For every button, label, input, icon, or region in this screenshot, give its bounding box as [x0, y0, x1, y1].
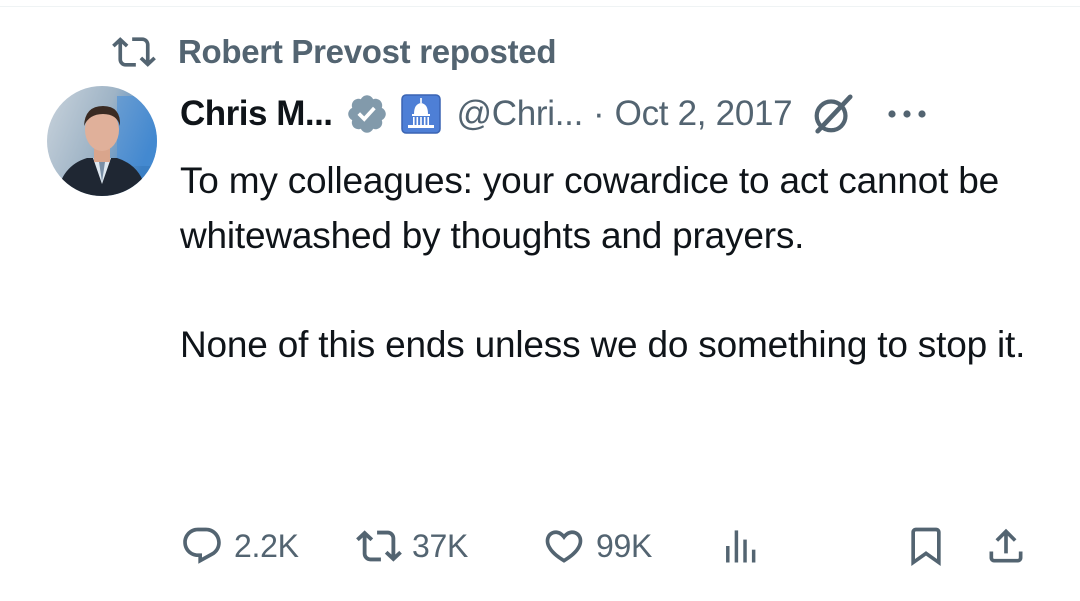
like-button[interactable]: 99K [542, 518, 652, 574]
repost-button[interactable]: 37K [356, 518, 468, 574]
more-options-icon[interactable] [884, 99, 930, 129]
views-button[interactable] [720, 518, 774, 574]
tweet-paragraph: None of this ends unless we do something… [180, 323, 1026, 365]
action-bar: 2.2K 37K 99K [180, 518, 1040, 574]
tweet-body: To my colleagues: your cowardice to act … [180, 154, 1040, 372]
share-icon [989, 528, 1023, 563]
capitol-icon[interactable] [400, 94, 441, 134]
reply-icon [183, 527, 221, 564]
repost-label: Robert Prevost reposted [178, 33, 557, 70]
author-name[interactable]: Chris M... [180, 94, 333, 134]
reply-count: 2.2K [234, 527, 299, 564]
reply-button[interactable]: 2.2K [180, 518, 299, 574]
tweet-date[interactable]: Oct 2, 2017 [615, 94, 793, 134]
repost-icon [356, 530, 402, 562]
views-chart-icon [726, 530, 756, 563]
heart-icon [545, 530, 583, 563]
tweet-header: Chris M... @Chri... · Oct 2, 2017 [180, 88, 1040, 140]
bookmark-icon [911, 527, 941, 567]
author-handle[interactable]: @Chri... [457, 94, 584, 134]
grok-icon[interactable] [810, 91, 856, 137]
repost-count: 37K [412, 527, 469, 564]
tweet-paragraph: To my colleagues: your cowardice to act … [180, 160, 1000, 256]
avatar-image [47, 86, 157, 196]
bookmark-button[interactable] [904, 518, 948, 574]
verified-badge-icon[interactable] [345, 92, 389, 136]
separator-dot: · [593, 94, 605, 133]
repost-icon [112, 37, 156, 67]
top-divider [0, 6, 1080, 7]
share-button[interactable] [984, 518, 1028, 574]
avatar[interactable] [47, 86, 157, 196]
repost-context[interactable]: Robert Prevost reposted [112, 30, 557, 74]
like-count: 99K [596, 527, 653, 564]
